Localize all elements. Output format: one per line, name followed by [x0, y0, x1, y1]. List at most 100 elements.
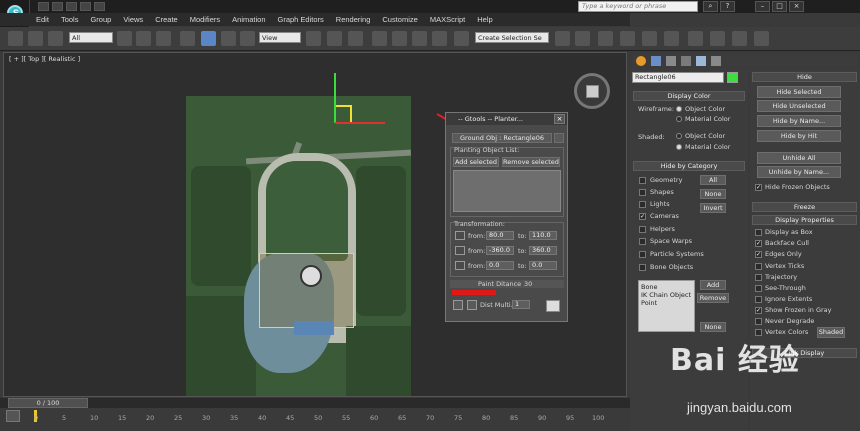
property-checkbox[interactable]	[755, 318, 762, 325]
display-tab-icon[interactable]	[696, 56, 706, 66]
dist-mult-input[interactable]: 1	[512, 300, 530, 309]
none-list-button[interactable]: None	[700, 322, 726, 332]
time-slider-thumb[interactable]: 0 / 100	[8, 398, 88, 408]
menu-edit[interactable]: Edit	[36, 15, 49, 24]
property-checkbox[interactable]	[755, 229, 762, 236]
gizmo-xy-plane[interactable]	[336, 105, 352, 122]
rotate-transform-icon[interactable]	[455, 246, 465, 255]
material-editor-icon[interactable]	[688, 31, 703, 46]
category-list[interactable]: Bone IK Chain Object Point	[638, 280, 695, 332]
select-object-icon[interactable]	[117, 31, 132, 46]
layer-manager-icon[interactable]	[598, 31, 613, 46]
dialog-title[interactable]: -- Gtools -- Planter...	[446, 113, 567, 125]
remove-button[interactable]: Remove	[697, 293, 729, 303]
search-input[interactable]: Type a keyword or phrase	[578, 1, 698, 12]
unhide-by-name-button[interactable]: Unhide by Name...	[757, 166, 841, 178]
menu-modifiers[interactable]: Modifiers	[190, 15, 220, 24]
snaps-toggle-icon[interactable]	[372, 31, 387, 46]
edit-named-selection-icon[interactable]	[454, 31, 469, 46]
category-checkbox-checked[interactable]: ✓	[639, 213, 646, 220]
property-checkbox[interactable]	[755, 285, 762, 292]
help-icon[interactable]: ?	[720, 1, 735, 12]
property-checkbox[interactable]	[755, 296, 762, 303]
hierarchy-tab-icon[interactable]	[666, 56, 676, 66]
category-checkbox[interactable]	[639, 201, 646, 208]
height-from-input[interactable]: 0.0	[486, 261, 514, 270]
list-item[interactable]: Point	[641, 299, 692, 307]
unhide-all-button[interactable]: Unhide All	[757, 152, 841, 164]
viewport-label[interactable]: [ + ][ Top ][ Realistic ]	[9, 55, 80, 63]
menu-animation[interactable]: Animation	[232, 15, 265, 24]
link-icon[interactable]	[8, 31, 23, 46]
angle-snap-icon[interactable]	[392, 31, 407, 46]
category-checkbox[interactable]	[639, 177, 646, 184]
height-transform-icon[interactable]	[455, 261, 465, 270]
time-slider[interactable]: 0 / 100	[0, 398, 630, 408]
hide-header[interactable]: Hide	[752, 72, 857, 82]
schematic-view-icon[interactable]	[664, 31, 679, 46]
property-checkbox-checked[interactable]: ✓	[755, 251, 762, 258]
render-production-icon[interactable]	[754, 31, 769, 46]
save-file-icon[interactable]	[66, 2, 77, 11]
graphite-toggle-icon[interactable]	[620, 31, 635, 46]
bind-space-warp-icon[interactable]	[48, 31, 63, 46]
gizmo-x-axis[interactable]	[335, 122, 385, 124]
object-name-field[interactable]: Rectangle06	[632, 72, 724, 83]
menu-customize[interactable]: Customize	[382, 15, 417, 24]
menu-maxscript[interactable]: MAXScript	[430, 15, 465, 24]
scale-to-input[interactable]: 110.0	[529, 231, 557, 240]
rotate-from-input[interactable]: -360.0	[486, 246, 514, 255]
named-selection-dropdown[interactable]: Create Selection Se	[475, 32, 549, 43]
scale-icon[interactable]	[240, 31, 255, 46]
property-checkbox[interactable]	[755, 274, 762, 281]
new-file-icon[interactable]	[38, 2, 49, 11]
shaded-object-color-radio[interactable]	[676, 133, 682, 139]
add-button[interactable]: Add	[700, 280, 726, 290]
select-by-name-icon[interactable]	[136, 31, 151, 46]
paint-icon[interactable]	[453, 300, 463, 310]
shaded-button[interactable]: Shaded	[817, 327, 845, 338]
planting-object-list[interactable]	[453, 170, 561, 212]
ground-obj-button[interactable]: Ground Obj : Rectangle06	[452, 133, 552, 143]
motion-tab-icon[interactable]	[681, 56, 691, 66]
menu-graph-editors[interactable]: Graph Editors	[278, 15, 324, 24]
rendered-frame-window-icon[interactable]	[732, 31, 747, 46]
menu-create[interactable]: Create	[155, 15, 178, 24]
brush-icon[interactable]	[546, 300, 560, 312]
undo-icon[interactable]	[80, 2, 91, 11]
hide-by-hit-button[interactable]: Hide by Hit	[757, 130, 841, 142]
viewcube-face[interactable]	[586, 85, 599, 98]
mirror-icon[interactable]	[555, 31, 570, 46]
menu-views[interactable]: Views	[123, 15, 143, 24]
height-to-input[interactable]: 0.0	[529, 261, 557, 270]
maximize-icon[interactable]: □	[772, 1, 787, 12]
hide-by-name-button[interactable]: Hide by Name...	[757, 115, 841, 127]
display-properties-header[interactable]: Display Properties	[752, 215, 857, 225]
unlink-icon[interactable]	[28, 31, 43, 46]
close-icon[interactable]: ×	[789, 1, 804, 12]
align-icon[interactable]	[575, 31, 590, 46]
list-item[interactable]: Bone	[641, 283, 692, 291]
viewcube[interactable]	[574, 73, 610, 109]
scale-transform-icon[interactable]	[455, 231, 465, 240]
percent-snap-icon[interactable]	[412, 31, 427, 46]
erase-icon[interactable]	[467, 300, 477, 310]
utilities-tab-icon[interactable]	[711, 56, 721, 66]
wireframe-material-color-radio[interactable]	[676, 116, 682, 122]
track-bar[interactable]: 0 5 10 15 20 25 30 35 40 45 50 55 60 65 …	[0, 408, 630, 431]
selection-filter-dropdown[interactable]: All	[69, 32, 113, 43]
menu-rendering[interactable]: Rendering	[336, 15, 371, 24]
create-tab-icon[interactable]	[636, 56, 646, 66]
list-item[interactable]: IK Chain Object	[641, 291, 692, 299]
scale-from-input[interactable]: 80.0	[486, 231, 514, 240]
object-color-swatch[interactable]	[727, 72, 738, 83]
spinner-snap-icon[interactable]	[432, 31, 447, 46]
render-setup-icon[interactable]	[710, 31, 725, 46]
wireframe-object-color-radio[interactable]	[676, 106, 682, 112]
menu-help[interactable]: Help	[477, 15, 492, 24]
modify-tab-icon[interactable]	[651, 56, 661, 66]
category-checkbox[interactable]	[639, 238, 646, 245]
pivot-center-icon[interactable]	[306, 31, 321, 46]
hide-unselected-button[interactable]: Hide Unselected	[757, 100, 841, 112]
select-and-manipulate-icon[interactable]	[327, 31, 342, 46]
